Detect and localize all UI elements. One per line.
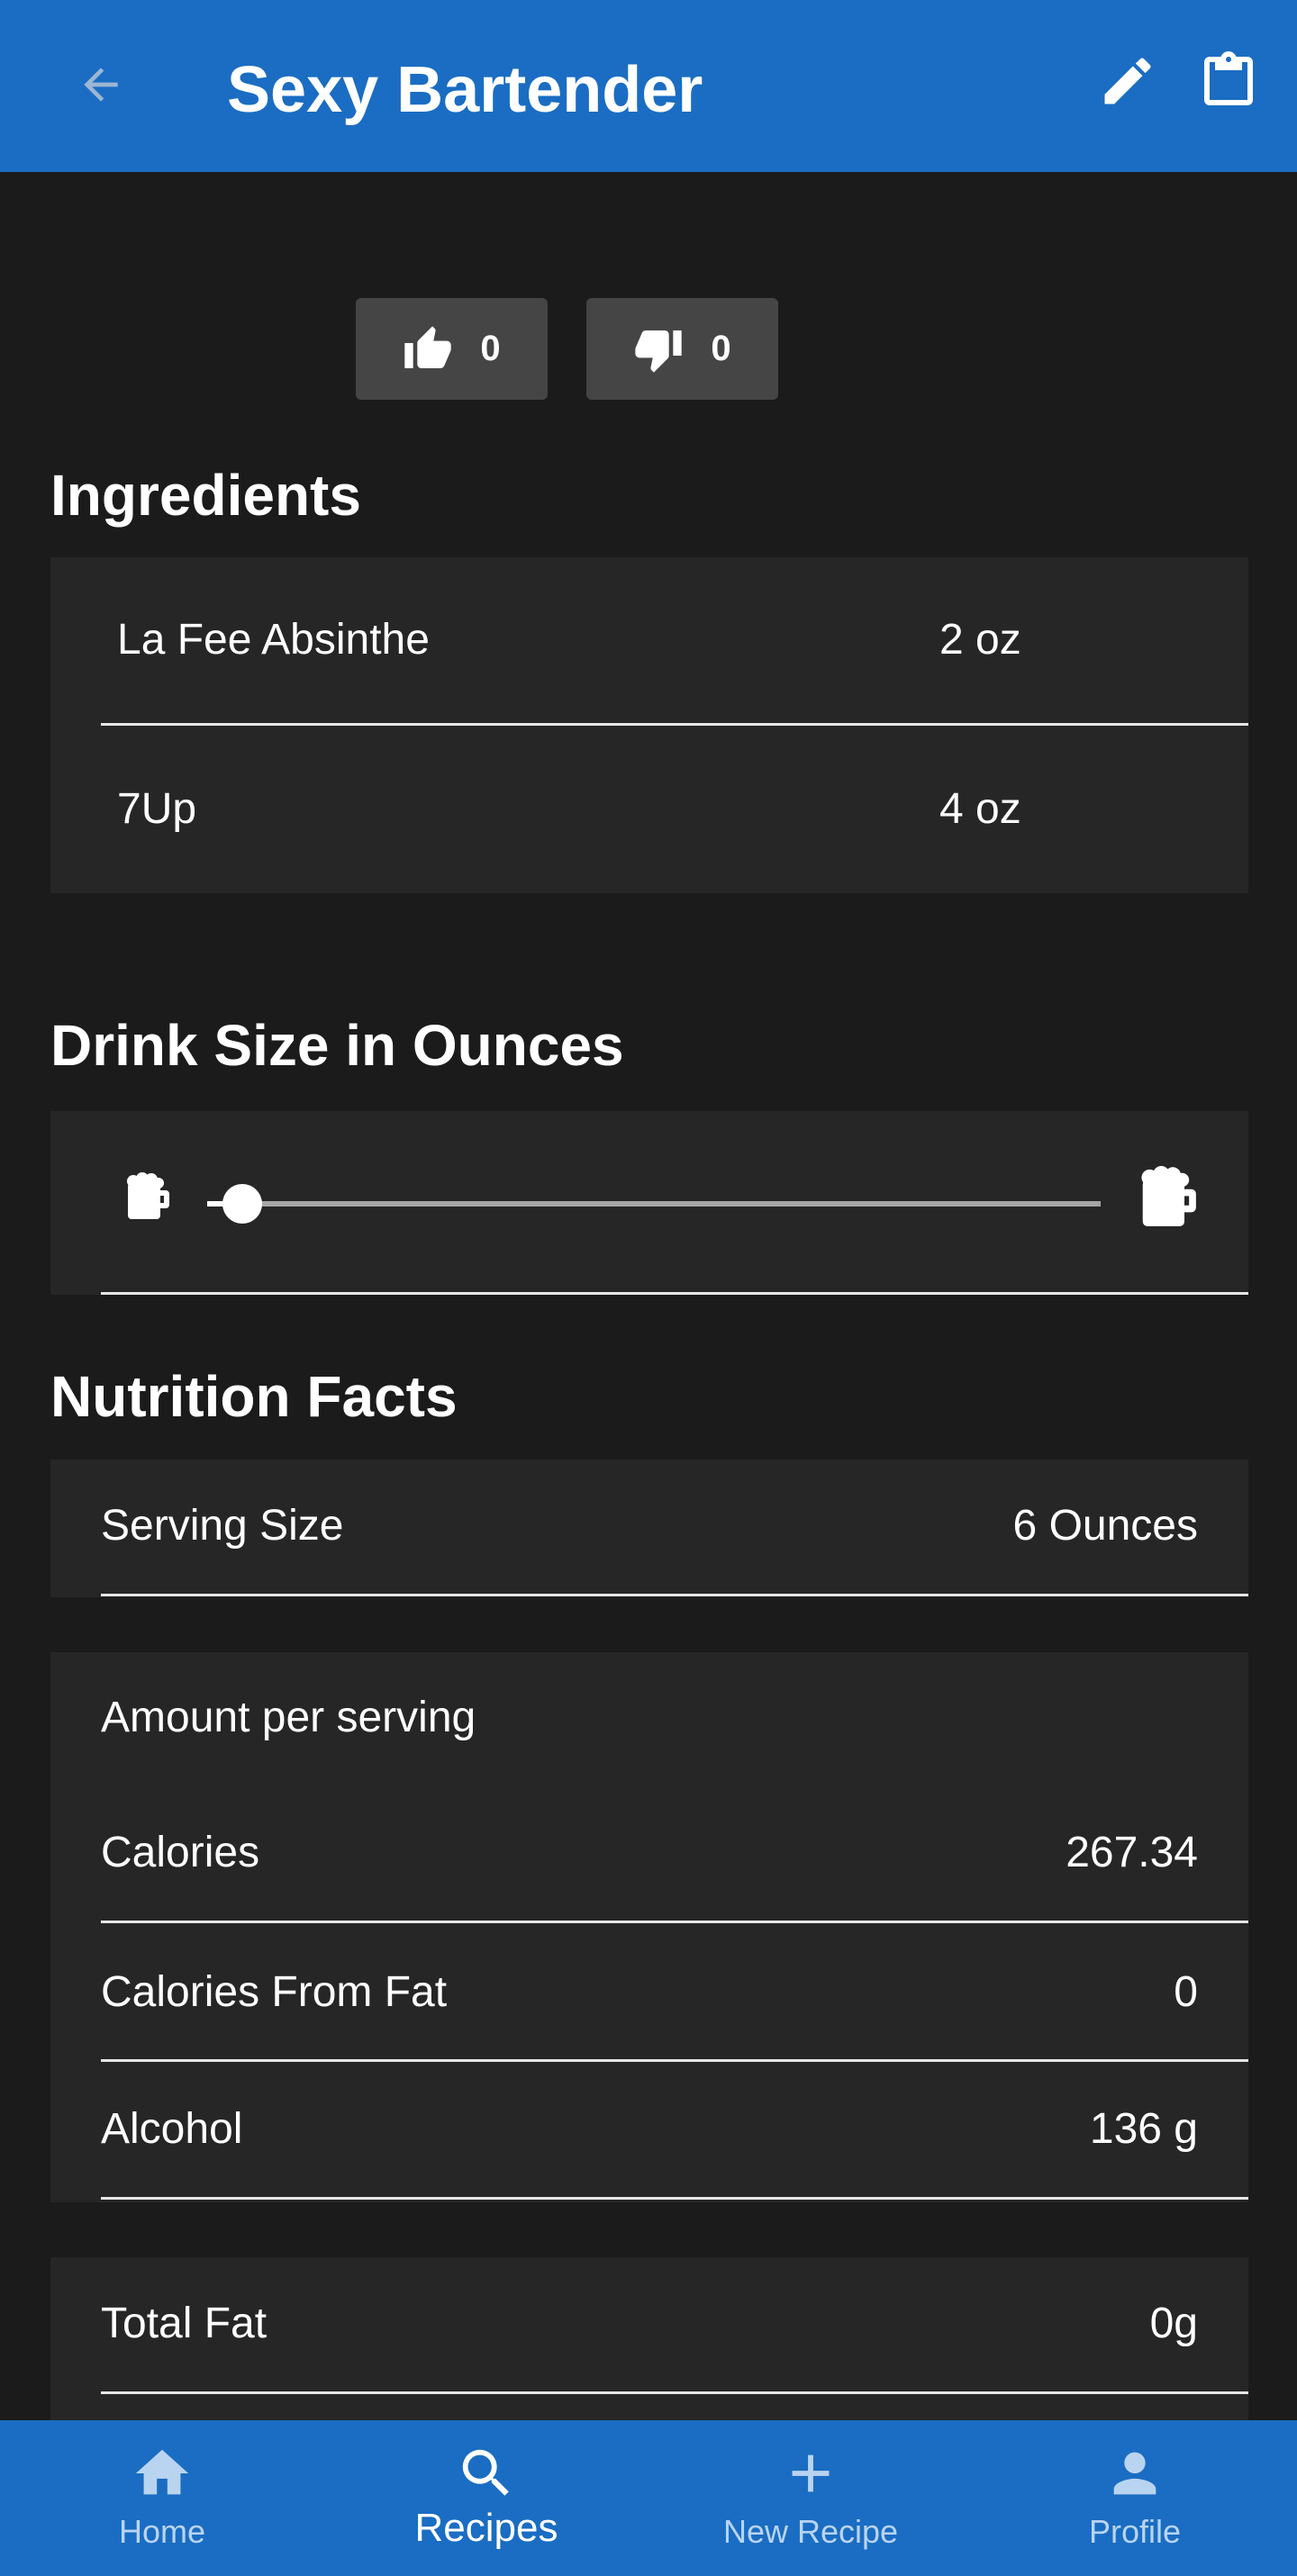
like-button[interactable]: 0 <box>356 298 548 400</box>
calories-from-fat-label: Calories From Fat <box>101 1968 448 2016</box>
serving-size-value: 6 Ounces <box>1012 1502 1198 1550</box>
nutrition-heading: Nutrition Facts <box>50 1364 458 1429</box>
nav-new-recipe[interactable]: New Recipe <box>648 2420 973 2576</box>
calories-value: 267.34 <box>1066 1829 1198 1876</box>
nav-profile[interactable]: Profile <box>973 2420 1297 2576</box>
person-icon <box>1113 2452 1156 2495</box>
edit-button[interactable] <box>1090 43 1165 119</box>
calories-from-fat-value: 0 <box>1174 1968 1198 2016</box>
divider <box>101 2197 1248 2200</box>
total-fat-label: Total Fat <box>101 2300 268 2347</box>
divider <box>101 2391 1248 2394</box>
ingredient-name: La Fee Absinthe <box>117 616 430 664</box>
divider <box>101 1921 1248 1923</box>
alcohol-label: Alcohol <box>101 2105 243 2153</box>
nav-recipes-label: Recipes <box>414 2506 558 2550</box>
divider <box>101 1594 1248 1596</box>
serving-size-label: Serving Size <box>101 1502 344 1550</box>
app-bar: Sexy Bartender <box>0 0 1297 172</box>
pencil-icon <box>1104 58 1151 104</box>
page-title: Sexy Bartender <box>227 54 703 126</box>
ingredient-amount: 2 oz <box>939 616 1021 664</box>
ingredient-name: 7Up <box>117 785 197 833</box>
total-fat-value: 0g <box>1149 2300 1198 2347</box>
clipboard-icon <box>1204 51 1253 105</box>
clipboard-button[interactable] <box>1191 43 1266 119</box>
dislike-count: 0 <box>711 329 731 368</box>
drink-size-heading: Drink Size in Ounces <box>50 1013 624 1078</box>
nav-new-recipe-label: New Recipe <box>722 2513 899 2550</box>
drink-size-slider-track[interactable] <box>207 1201 1101 1207</box>
arrow-left-icon <box>84 68 118 102</box>
large-beer-icon <box>1141 1166 1196 1226</box>
thumbs-up-icon <box>404 325 452 368</box>
calories-label: Calories <box>101 1829 260 1876</box>
amount-per-serving-label: Amount per serving <box>101 1694 476 1741</box>
like-count: 0 <box>480 329 501 368</box>
thumbs-down-icon <box>635 330 683 373</box>
nav-home-label: Home <box>118 2513 206 2550</box>
nav-home[interactable]: Home <box>0 2420 324 2576</box>
ingredients-heading: Ingredients <box>50 463 361 528</box>
bottom-nav: Home Recipes New Recipe Profile <box>0 2420 1297 2576</box>
search-icon <box>462 2449 509 2496</box>
ingredient-amount: 4 oz <box>939 785 1021 833</box>
divider <box>101 2059 1248 2062</box>
back-button[interactable] <box>63 47 139 122</box>
divider <box>101 723 1248 726</box>
drink-size-slider-thumb[interactable] <box>222 1184 262 1224</box>
home-icon <box>135 2449 189 2495</box>
divider <box>101 1292 1248 1295</box>
nav-profile-label: Profile <box>1088 2513 1182 2550</box>
dislike-button[interactable]: 0 <box>586 298 778 400</box>
small-beer-icon <box>127 1172 169 1219</box>
alcohol-value: 136 g <box>1089 2105 1198 2153</box>
nav-recipes[interactable]: Recipes <box>324 2420 648 2576</box>
plus-icon <box>792 2454 830 2492</box>
